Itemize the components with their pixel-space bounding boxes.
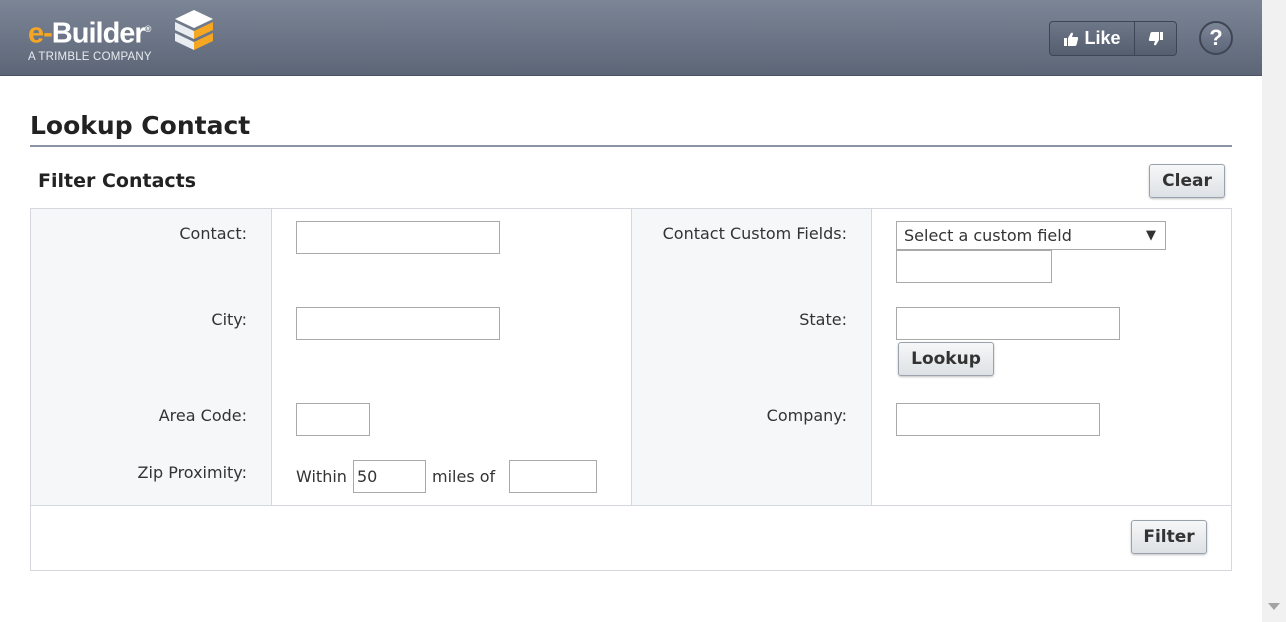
company-input[interactable]: [896, 403, 1100, 436]
logo-wordmark-main: Builder: [51, 17, 146, 50]
company-label: Company:: [766, 406, 847, 425]
zip-proximity-label: Zip Proximity:: [137, 463, 247, 482]
custom-field-value-input[interactable]: [896, 250, 1052, 283]
page-scrollbar[interactable]: [1262, 0, 1286, 622]
zip-code-input[interactable]: [509, 460, 597, 493]
contact-input[interactable]: [296, 221, 500, 254]
dropdown-arrow-icon: ▼: [1146, 228, 1156, 243]
state-label: State:: [799, 310, 847, 329]
logo-registered-mark: ®: [144, 24, 152, 34]
column-divider: [271, 209, 272, 505]
section-title: Filter Contacts: [38, 170, 197, 192]
logo-subtitle: A TRIMBLE COMPANY: [28, 50, 152, 63]
city-label: City:: [211, 310, 247, 329]
state-input[interactable]: [896, 307, 1120, 340]
scroll-down-arrow-icon[interactable]: [1268, 603, 1280, 610]
title-divider: [30, 145, 1232, 147]
app-header: e-Builder® A TRIMBLE COMPANY Like ?: [0, 0, 1262, 76]
custom-field-selected-value: Select a custom field: [904, 226, 1072, 245]
dislike-button[interactable]: [1135, 22, 1176, 55]
like-button[interactable]: Like: [1050, 22, 1135, 55]
feedback-buttons: Like: [1049, 21, 1177, 56]
like-label: Like: [1084, 28, 1121, 48]
logo-wordmark: e-Builder®: [28, 14, 152, 49]
logo-wordmark-prefix: e-: [28, 17, 53, 50]
miles-of-label: miles of: [432, 467, 496, 486]
miles-input[interactable]: [353, 460, 426, 493]
column-divider: [631, 209, 632, 505]
thumbs-down-icon: [1148, 31, 1163, 45]
filter-button[interactable]: Filter: [1131, 520, 1207, 554]
left-label-column: [31, 209, 271, 505]
area-code-label: Area Code:: [158, 406, 247, 425]
column-divider: [871, 209, 872, 505]
area-code-input[interactable]: [296, 403, 370, 436]
within-label: Within: [296, 467, 347, 486]
custom-field-select[interactable]: Select a custom field ▼: [896, 221, 1166, 250]
cube-logo-icon: [175, 10, 213, 50]
contact-label: Contact:: [179, 224, 247, 243]
right-label-column: [632, 209, 872, 505]
contact-custom-fields-label: Contact Custom Fields:: [662, 224, 847, 243]
city-input[interactable]: [296, 307, 500, 340]
state-lookup-button[interactable]: Lookup: [898, 342, 994, 376]
page-title: Lookup Contact: [30, 111, 251, 140]
filter-footer: [30, 505, 1232, 571]
help-button[interactable]: ?: [1199, 21, 1233, 55]
thumbs-up-icon: [1064, 32, 1079, 46]
clear-button[interactable]: Clear: [1149, 164, 1225, 198]
e-builder-logo[interactable]: e-Builder® A TRIMBLE COMPANY: [28, 10, 213, 63]
